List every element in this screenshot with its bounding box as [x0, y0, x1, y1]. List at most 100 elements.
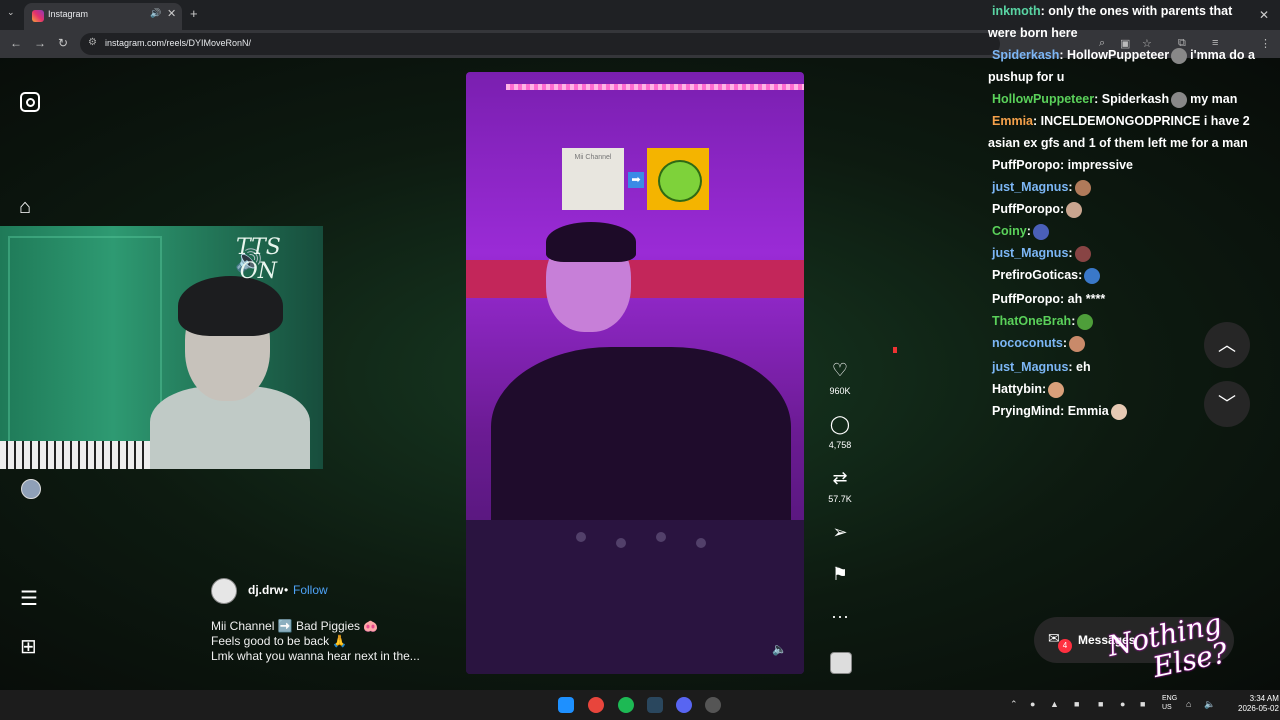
- tab-search-icon[interactable]: ⌄: [7, 7, 15, 18]
- tray-steam-icon[interactable]: ●: [1030, 699, 1035, 709]
- chat-username[interactable]: Emmia: [988, 114, 1033, 128]
- background-door: [8, 236, 162, 469]
- obs-icon[interactable]: [705, 697, 721, 713]
- tray-app-icon[interactable]: ■: [1074, 699, 1079, 709]
- network-icon[interactable]: ⌂: [1186, 699, 1191, 709]
- chat-text-continued: asian ex gfs and 1 of them left me for a…: [988, 136, 1248, 150]
- like-count: 960K: [829, 386, 851, 396]
- chat-emote-icon: [1032, 223, 1049, 240]
- instagram-logo-icon[interactable]: [20, 92, 40, 112]
- new-tab-icon[interactable]: +: [190, 6, 198, 21]
- messages-badge: 4: [1058, 639, 1072, 653]
- windows-start-icon[interactable]: [558, 697, 574, 713]
- language-indicator[interactable]: ENG US: [1162, 694, 1177, 712]
- chat-username[interactable]: just_Magnus: [988, 180, 1068, 194]
- wall-stripe: [466, 260, 804, 298]
- caption-separator: •: [284, 583, 289, 597]
- chat-text: :: [1068, 246, 1073, 260]
- forward-icon[interactable]: →: [34, 36, 46, 50]
- tab-instagram[interactable]: Instagram 🔊 ✕: [24, 3, 182, 30]
- profile-avatar[interactable]: [21, 479, 41, 499]
- chat-username[interactable]: Hattybin: [988, 382, 1042, 396]
- chat-message: ThatOneBrah:: [988, 310, 1276, 332]
- discord-icon[interactable]: [676, 697, 692, 713]
- audio-thumbnail[interactable]: [830, 652, 852, 674]
- mixer-knob: [576, 532, 586, 542]
- volume-tray-icon[interactable]: 🔈: [1204, 699, 1215, 710]
- chat-username[interactable]: just_Magnus: [988, 360, 1068, 374]
- tray-app-icon[interactable]: ■: [1140, 699, 1145, 709]
- address-bar[interactable]: ⚙ instagram.com/reels/DYIMoveRonN/: [80, 33, 1000, 55]
- tray-brave-icon[interactable]: ▲: [1050, 699, 1059, 709]
- like-button[interactable]: ♡ 960K: [818, 360, 862, 396]
- chat-username[interactable]: inkmoth: [988, 4, 1041, 18]
- windows-taskbar: ⌃ ● ▲ ■ ■ ● ■ ENG US ⌂ 🔈 3:34 AM 2026-05…: [0, 690, 1280, 720]
- dj-body: [491, 347, 791, 547]
- chat-username[interactable]: Spiderkash: [988, 48, 1059, 62]
- home-icon[interactable]: ⌂: [19, 196, 31, 219]
- chat-text: : eh: [1068, 360, 1091, 374]
- save-button[interactable]: ⚑: [818, 564, 862, 584]
- volume-icon[interactable]: 🔈: [772, 642, 787, 656]
- repost-button[interactable]: ⇄ 57.7K: [818, 468, 862, 504]
- led-lights: [506, 84, 804, 90]
- chat-emote-icon: [1048, 381, 1065, 398]
- chat-text: : only the ones with parents that: [1040, 4, 1233, 18]
- site-info-icon[interactable]: ⚙: [88, 37, 97, 48]
- chat-username[interactable]: HollowPuppeteer: [988, 92, 1094, 106]
- reel-video[interactable]: Mii Channel ➡ 🔈: [466, 72, 804, 674]
- chat-username[interactable]: PuffPoropo: [988, 158, 1060, 172]
- chrome-icon[interactable]: [588, 697, 604, 713]
- tts-line-1: TTS: [236, 235, 281, 260]
- chat-text: :: [1026, 224, 1031, 238]
- comment-count: 4,758: [828, 440, 852, 450]
- spotify-icon[interactable]: [618, 697, 634, 713]
- tab-close-icon[interactable]: ✕: [167, 7, 176, 20]
- chat-username[interactable]: PuffPoropo: [988, 292, 1060, 306]
- chat-text-continued: pushup for u: [988, 70, 1065, 84]
- tab-audio-icon[interactable]: 🔊: [150, 8, 161, 19]
- tray-app-icon[interactable]: ●: [1120, 699, 1125, 709]
- steam-icon[interactable]: [647, 697, 663, 713]
- reload-icon[interactable]: ↻: [58, 36, 68, 50]
- chat-username[interactable]: PrefiroGoticas: [988, 268, 1078, 282]
- share-button[interactable]: ➢: [818, 522, 862, 542]
- comment-button[interactable]: ◯ 4,758: [818, 414, 862, 450]
- chat-message: inkmoth: only the ones with parents that…: [988, 0, 1276, 44]
- chat-message: PuffPoropo:: [988, 198, 1276, 220]
- more-apps-icon[interactable]: ⊞: [20, 634, 37, 659]
- system-clock[interactable]: 3:34 AM 2026-05-02: [1238, 694, 1279, 714]
- caption-line-3[interactable]: Lmk what you wanna hear next in the...: [211, 649, 420, 663]
- tray-app-icon[interactable]: ■: [1098, 699, 1103, 709]
- chat-username[interactable]: PuffPoropo: [988, 202, 1060, 216]
- dj-mixer: [466, 520, 804, 674]
- tab-title: Instagram: [48, 9, 89, 19]
- arrow-right-icon: ➡: [628, 172, 644, 188]
- send-icon: ➢: [832, 522, 848, 542]
- creator-avatar[interactable]: [211, 578, 237, 604]
- streamer-hair: [178, 276, 283, 336]
- chat-text: :: [1042, 382, 1047, 396]
- chat-text: : Emmia: [1060, 404, 1109, 418]
- chat-username[interactable]: ThatOneBrah: [988, 314, 1071, 328]
- chat-username[interactable]: Coiny: [988, 224, 1027, 238]
- menu-icon[interactable]: ☰: [20, 586, 38, 611]
- chat-message: Emmia: INCELDEMONGODPRINCE i have 2 asian…: [988, 110, 1276, 154]
- chat-emote-icon: [1066, 201, 1083, 218]
- chat-username[interactable]: PryingMind: [988, 404, 1060, 418]
- follow-button[interactable]: Follow: [293, 583, 328, 597]
- chat-text: :: [1078, 268, 1083, 282]
- more-dots-icon: ···: [831, 606, 849, 626]
- chat-username[interactable]: just_Magnus: [988, 246, 1068, 260]
- chat-text: : impressive: [1060, 158, 1134, 172]
- more-button[interactable]: ···: [818, 606, 862, 626]
- chat-message: PryingMind: Emmia: [988, 400, 1276, 422]
- creator-username[interactable]: dj.drw: [248, 583, 283, 597]
- mixer-knob: [696, 538, 706, 548]
- region-code: US: [1162, 704, 1172, 711]
- caption-line-1: Mii Channel ➡️ Bad Piggies 🐽: [211, 619, 379, 633]
- chat-message: just_Magnus:: [988, 176, 1276, 198]
- chat-username[interactable]: nococonuts: [988, 336, 1063, 350]
- back-icon[interactable]: ←: [10, 36, 22, 50]
- tray-chevron-icon[interactable]: ⌃: [1010, 699, 1018, 710]
